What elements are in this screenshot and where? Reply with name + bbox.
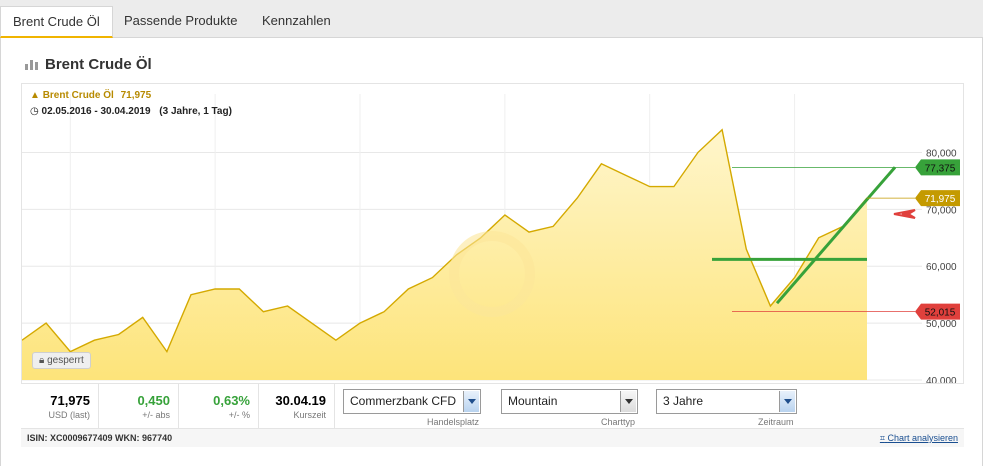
annotation-label: 52,015 (925, 308, 956, 319)
chart-legend: ▲ Brent Crude Öl 71,975 (30, 90, 151, 101)
legend-instrument: Brent Crude Öl (42, 90, 114, 101)
analyse-link-label: Chart analysieren (887, 433, 958, 443)
range-period: (3 Jahre, 1 Tag) (159, 106, 232, 117)
tab-brent-crude[interactable]: Brent Crude Öl (0, 6, 113, 38)
analyse-link[interactable]: ⌗ Chart analysieren (880, 433, 958, 444)
charttyp-label: Charttyp (601, 417, 636, 427)
stat-abs: 0,450 +/- abs (99, 384, 179, 428)
arrow-icon (893, 209, 916, 219)
annotation-label: 77,375 (925, 163, 956, 174)
stat-time-label: Kurszeit (293, 410, 326, 420)
page-title: Brent Crude Öl (25, 56, 152, 73)
range-dates: 02.05.2016 - 30.04.2019 (41, 106, 151, 117)
tab-kennzahlen[interactable]: Kennzahlen (250, 6, 343, 38)
chart-icon: ⌗ (879, 433, 885, 443)
chart-range: ◷ 02.05.2016 - 30.04.2019 (3 Jahre, 1 Ta… (30, 106, 232, 117)
stat-abs-label: +/- abs (142, 410, 170, 420)
locked-badge[interactable]: 🔒︎ gesperrt (32, 352, 91, 369)
price-chart: 40,00050,00060,00070,00080,000JulJan '17… (22, 94, 960, 384)
annotation-label: 71,975 (925, 194, 956, 205)
stat-pct-label: +/- % (228, 410, 250, 420)
stat-last-label: USD (last) (48, 410, 90, 420)
y-tick-label: 50,000 (926, 319, 957, 330)
legend-last: 71,975 (120, 90, 152, 101)
stat-pct-value: 0,63% (213, 393, 250, 408)
charttyp-select[interactable]: Mountain (501, 389, 638, 414)
title-text: Brent Crude Öl (45, 56, 152, 73)
stat-last-value: 71,975 (50, 393, 90, 408)
stat-pct: 0,63% +/- % (179, 384, 259, 428)
locked-label: gesperrt (47, 355, 84, 366)
bar-chart-icon (25, 60, 38, 70)
clock-icon: ◷ (30, 106, 39, 117)
handelsplatz-value: Commerzbank CFD (350, 394, 457, 408)
handelsplatz-select[interactable]: Commerzbank CFD (343, 389, 481, 414)
stat-time: 30.04.19 Kurszeit (259, 384, 335, 428)
stat-time-value: 30.04.19 (275, 393, 326, 408)
zeitraum-value: 3 Jahre (663, 394, 704, 408)
chart-panel: Brent Crude Öl 40,000 50,000 60,000 70,000 8… (0, 38, 983, 466)
y-tick-label: 80,000 (926, 148, 957, 159)
lock-icon: 🔒︎ (39, 355, 45, 366)
zeitraum-label: Zeitraum (758, 417, 794, 427)
stat-abs-value: 0,450 (137, 393, 170, 408)
zeitraum-select[interactable]: 3 Jahre (656, 389, 797, 414)
y-tick-label: 60,000 (926, 262, 957, 273)
chevron-down-icon[interactable] (463, 391, 479, 412)
handelsplatz-label: Handelsplatz (427, 417, 480, 427)
info-bar: 71,975 USD (last) 0,450 +/- abs 0,63% +/… (21, 383, 964, 429)
footer-bar: ISIN: XC0009677409 WKN: 967740 ⌗ Chart a… (21, 429, 964, 447)
tab-bar: Brent Crude Öl Passende Produkte Kennzah… (0, 0, 983, 38)
isin-wkn: ISIN: XC0009677409 WKN: 967740 (27, 433, 173, 443)
stat-last: 71,975 USD (last) (21, 384, 99, 428)
chevron-down-icon[interactable] (779, 391, 795, 412)
chevron-down-icon[interactable] (620, 391, 636, 412)
y-tick-label: 70,000 (926, 205, 957, 216)
chart-area: 40,00050,00060,00070,00080,000JulJan '17… (21, 83, 964, 419)
mountain-icon: ▲ (30, 90, 40, 101)
charttyp-value: Mountain (508, 394, 558, 408)
tab-passende-produkte[interactable]: Passende Produkte (112, 6, 249, 38)
